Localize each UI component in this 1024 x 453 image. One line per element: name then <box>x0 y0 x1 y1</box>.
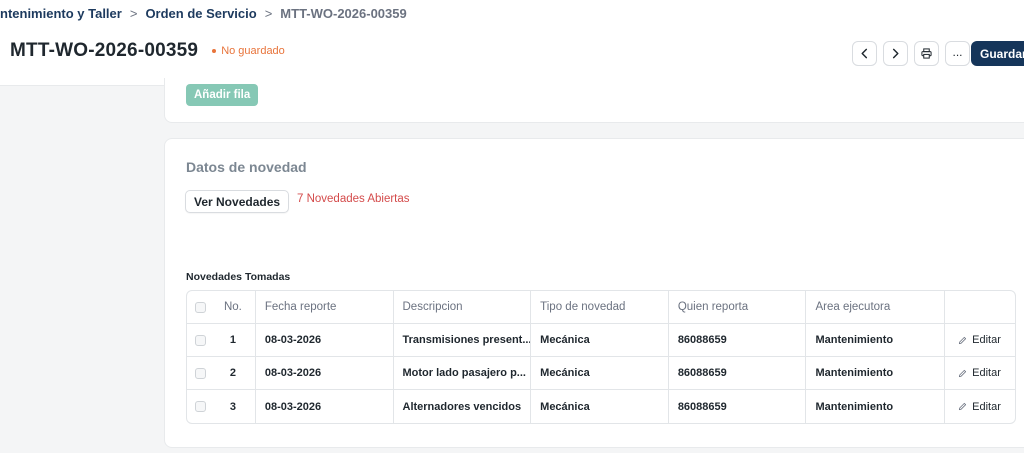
page-header: ntenimiento y Taller > Orden de Servicio… <box>0 0 1024 86</box>
breadcrumb-item-doctype[interactable]: Orden de Servicio <box>145 6 256 21</box>
edit-button-content: Editar <box>958 334 1001 346</box>
edit-button[interactable]: Editar <box>945 357 1015 389</box>
row-checkbox-cell[interactable] <box>187 324 211 356</box>
column-header: Tipo de novedad <box>531 291 669 323</box>
cell-fecha[interactable]: 08-03-2026 <box>256 390 394 423</box>
column-header: Fecha reporte <box>256 291 394 323</box>
cell-tipo[interactable]: Mecánica <box>531 357 669 389</box>
title-row: MTT-WO-2026-00359 No guardado <box>10 40 285 62</box>
save-button[interactable]: Guardar <box>971 41 1024 66</box>
breadcrumb-item-current: MTT-WO-2026-00359 <box>280 6 407 21</box>
table-label: Novedades Tomadas <box>186 271 291 283</box>
column-header: Quien reporta <box>669 291 807 323</box>
table-row[interactable]: 3 08-03-2026 Alternadores vencidos Mecán… <box>187 390 1015 423</box>
column-header: Area ejecutora <box>806 291 946 323</box>
table-header-row: No. Fecha reporte Descripcion Tipo de no… <box>187 291 1015 324</box>
print-button[interactable] <box>914 41 939 66</box>
row-number: 3 <box>211 390 256 423</box>
row-checkbox[interactable] <box>195 367 206 379</box>
edit-label: Editar <box>972 400 1001 413</box>
section-title: Datos de novedad <box>186 159 307 175</box>
cell-fecha[interactable]: 08-03-2026 <box>256 357 394 389</box>
page-title: MTT-WO-2026-00359 <box>10 40 199 61</box>
row-number: 2 <box>211 357 256 389</box>
printer-icon <box>921 48 932 59</box>
header-checkbox-cell[interactable] <box>187 291 211 323</box>
edit-label: Editar <box>972 334 1001 346</box>
items-card: Añadir fila <box>164 78 1024 123</box>
edit-button[interactable]: Editar <box>945 324 1015 356</box>
cell-quien-reporta[interactable]: 86088659 <box>669 390 807 423</box>
chevron-left-icon <box>861 48 868 59</box>
novedades-table: No. Fecha reporte Descripcion Tipo de no… <box>186 290 1016 424</box>
cell-descripcion[interactable]: Motor lado pasajero p... <box>394 357 532 389</box>
cell-area[interactable]: Mantenimiento <box>806 357 946 389</box>
more-icon: ... <box>952 44 963 59</box>
breadcrumb-separator: > <box>264 6 273 21</box>
select-all-checkbox[interactable] <box>195 301 206 313</box>
cell-area[interactable]: Mantenimiento <box>806 390 946 423</box>
table-row[interactable]: 1 08-03-2026 Transmisiones present... Me… <box>187 324 1015 357</box>
header-actions: ... <box>852 41 970 66</box>
status-indicator: No guardado <box>212 45 285 57</box>
breadcrumb-separator: > <box>129 6 138 21</box>
column-header: Descripcion <box>394 291 532 323</box>
more-button[interactable]: ... <box>945 41 970 66</box>
breadcrumb: ntenimiento y Taller > Orden de Servicio… <box>0 6 407 21</box>
status-dot <box>212 49 217 53</box>
cell-tipo[interactable]: Mecánica <box>531 324 669 356</box>
edit-button-content: Editar <box>958 401 1001 413</box>
cell-tipo[interactable]: Mecánica <box>531 390 669 423</box>
pencil-icon <box>959 369 967 377</box>
cell-fecha[interactable]: 08-03-2026 <box>256 324 394 356</box>
edit-button[interactable]: Editar <box>945 390 1015 423</box>
row-checkbox-cell[interactable] <box>187 390 211 423</box>
row-checkbox[interactable] <box>195 401 206 412</box>
add-row-button[interactable]: Añadir fila <box>186 84 259 106</box>
pencil-icon <box>959 402 967 411</box>
row-number: 1 <box>211 324 256 356</box>
open-novedades-link[interactable]: 7 Novedades Abiertas <box>297 193 410 205</box>
pencil-icon <box>959 336 967 344</box>
row-checkbox-cell[interactable] <box>187 357 211 389</box>
novedad-card: Datos de novedad Ver Novedades 7 Novedad… <box>164 138 1024 448</box>
view-novedades-button[interactable]: Ver Novedades <box>185 190 290 213</box>
cell-quien-reporta[interactable]: 86088659 <box>669 357 807 389</box>
row-checkbox[interactable] <box>195 334 206 346</box>
cell-quien-reporta[interactable]: 86088659 <box>669 324 807 356</box>
table-row[interactable]: 2 08-03-2026 Motor lado pasajero p... Me… <box>187 357 1015 390</box>
column-header-actions <box>945 291 1015 323</box>
chevron-right-icon <box>892 48 899 59</box>
cell-area[interactable]: Mantenimiento <box>806 324 946 356</box>
edit-label: Editar <box>972 367 1001 379</box>
previous-button[interactable] <box>852 41 877 66</box>
edit-button-content: Editar <box>958 367 1001 379</box>
breadcrumb-item-module[interactable]: ntenimiento y Taller <box>0 6 122 21</box>
cell-descripcion[interactable]: Alternadores vencidos <box>394 390 532 423</box>
next-button[interactable] <box>883 41 908 66</box>
cell-descripcion[interactable]: Transmisiones present... <box>394 324 532 356</box>
column-header: No. <box>211 291 256 323</box>
status-label: No guardado <box>221 45 285 57</box>
